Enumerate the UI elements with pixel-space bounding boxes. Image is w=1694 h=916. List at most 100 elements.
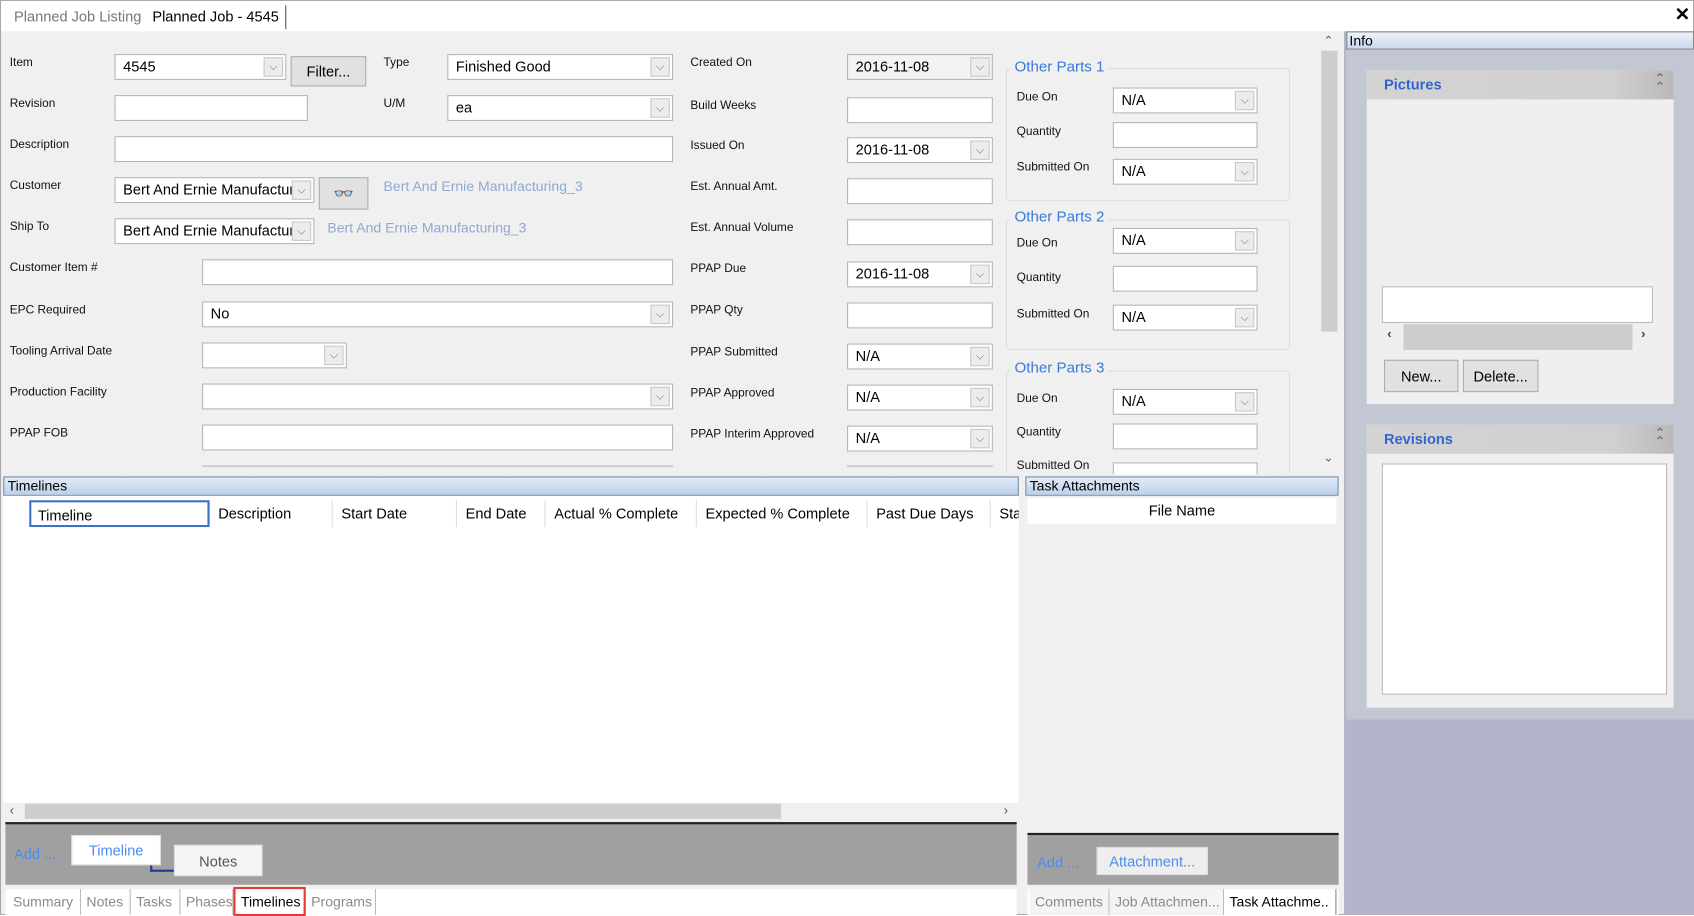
ship-to-combo[interactable]: Bert And Ernie Manufacturi ⌵: [114, 218, 315, 245]
chevron-down-icon[interactable]: ⌵: [650, 57, 670, 77]
new-picture-button[interactable]: New...: [1383, 359, 1459, 393]
scroll-up-icon[interactable]: ⌃: [1323, 33, 1333, 48]
tab-planned-job-4545[interactable]: Planned Job - 4545: [146, 5, 287, 30]
attachments-tab[interactable]: Comments: [1029, 889, 1110, 916]
timelines-horizontal-scrollbar[interactable]: ‹ ›: [3, 802, 1019, 820]
created-on-date[interactable]: 2016-11-08 ⌵: [847, 54, 993, 80]
customer-item-input[interactable]: [202, 259, 674, 286]
chevron-down-icon[interactable]: ⌵: [970, 57, 990, 77]
chevron-down-icon[interactable]: ⌵: [970, 428, 990, 449]
column-header[interactable]: Description: [211, 500, 333, 528]
chevron-down-icon[interactable]: ⌵: [291, 221, 312, 241]
chevron-down-icon[interactable]: ⌵: [1234, 231, 1255, 251]
op1-qty-input[interactable]: [1112, 122, 1258, 149]
op3-due-combo[interactable]: N/A ⌵: [1112, 388, 1258, 415]
tab-planned-job-listing[interactable]: Planned Job Listing: [8, 5, 148, 29]
form-vertical-scrollbar[interactable]: ⌃ ⌄: [1320, 33, 1339, 468]
column-header[interactable]: Past Due Days: [869, 500, 991, 528]
build-weeks-input[interactable]: [847, 97, 993, 124]
production-facility-combo[interactable]: ⌵: [202, 383, 674, 410]
tab-notes[interactable]: Notes: [81, 889, 131, 916]
chevron-down-icon[interactable]: ⌵: [1234, 162, 1255, 182]
customer-link[interactable]: Bert And Ernie Manufacturing_3: [384, 178, 583, 194]
epc-required-combo[interactable]: No ⌵: [202, 301, 674, 328]
est-annual-amt-input[interactable]: [847, 178, 993, 205]
ppap-submitted-combo[interactable]: N/A ⌵: [847, 343, 993, 370]
scrollbar-thumb[interactable]: [24, 803, 782, 819]
customer-combo[interactable]: Bert And Ernie Manufacturi ⌵: [114, 177, 315, 204]
issued-on-date[interactable]: 2016-11-08 ⌵: [847, 137, 993, 164]
tab-phases[interactable]: Phases: [180, 889, 234, 916]
picture-strip: [1381, 286, 1654, 324]
revisions-list[interactable]: [1381, 463, 1668, 695]
chevron-down-icon[interactable]: ⌵: [324, 345, 344, 366]
chevron-down-icon[interactable]: ⌵: [650, 304, 670, 325]
op2-qty-input[interactable]: [1112, 265, 1258, 292]
op2-due-combo[interactable]: N/A ⌵: [1112, 227, 1258, 254]
attachments-tab[interactable]: Task Attachme..: [1224, 889, 1337, 916]
info-header: Info: [1346, 31, 1694, 50]
est-annual-volume-input[interactable]: [847, 219, 993, 246]
description-input[interactable]: [114, 136, 674, 163]
column-header[interactable]: Statu: [992, 500, 1019, 528]
scroll-right-icon[interactable]: ›: [1004, 803, 1008, 818]
binoculars-icon[interactable]: 👓: [318, 177, 369, 210]
chevron-down-icon[interactable]: ⌵: [970, 140, 990, 160]
add-attachment-button[interactable]: Attachment...: [1096, 846, 1208, 876]
tab-programs[interactable]: Programs: [306, 889, 376, 916]
filter-button[interactable]: Filter...: [290, 56, 367, 87]
chevron-down-icon[interactable]: ⌵: [650, 98, 670, 118]
scrollbar-thumb[interactable]: [1403, 324, 1633, 351]
column-header[interactable]: Start Date: [334, 500, 458, 528]
scroll-left-icon[interactable]: ‹: [1387, 326, 1391, 341]
attachments-tab[interactable]: Job Attachmen...: [1109, 889, 1225, 916]
chevron-down-icon[interactable]: ⌵: [1234, 307, 1255, 328]
pictures-title[interactable]: Pictures ⌃ ⌃: [1366, 70, 1674, 100]
column-header[interactable]: Expected % Complete: [699, 500, 868, 528]
tab-summary[interactable]: Summary: [8, 889, 82, 916]
column-header[interactable]: Timeline: [29, 500, 210, 528]
chevron-down-icon[interactable]: ⌵: [1234, 392, 1255, 412]
ppap-approved-combo[interactable]: N/A ⌵: [847, 384, 993, 411]
op1-sub-combo[interactable]: N/A ⌵: [1112, 158, 1258, 185]
ppap-due-date[interactable]: 2016-11-08 ⌵: [847, 261, 993, 288]
file-name-column-header[interactable]: File Name: [1027, 498, 1337, 524]
scroll-right-icon[interactable]: ›: [1641, 326, 1645, 341]
delete-picture-button[interactable]: Delete...: [1462, 359, 1539, 393]
close-icon[interactable]: ✕: [1675, 4, 1690, 26]
op1-due-combo[interactable]: N/A ⌵: [1112, 87, 1258, 114]
chevron-down-icon[interactable]: ⌵: [970, 264, 990, 285]
ppap-qty-input[interactable]: [847, 302, 993, 329]
chevron-down-icon[interactable]: ⌵: [263, 57, 284, 77]
chevron-down-icon[interactable]: ⌵: [291, 180, 312, 200]
collapse-icon[interactable]: ⌃ ⌃: [1655, 73, 1665, 94]
chevron-down-icon[interactable]: ⌵: [970, 346, 990, 367]
tab-timelines[interactable]: Timelines: [233, 886, 306, 916]
collapse-icon[interactable]: ⌃ ⌃: [1655, 427, 1665, 448]
ship-to-link[interactable]: Bert And Ernie Manufacturing_3: [327, 219, 526, 235]
picture-scrollbar[interactable]: ‹ ›: [1382, 324, 1659, 351]
column-header[interactable]: Actual % Complete: [547, 500, 697, 528]
item-combo[interactable]: 4545 ⌵: [114, 54, 287, 80]
revisions-title[interactable]: Revisions ⌃ ⌃: [1366, 424, 1674, 454]
revision-input[interactable]: [114, 95, 308, 121]
chevron-down-icon[interactable]: ⌵: [970, 387, 990, 408]
column-header[interactable]: End Date: [459, 500, 546, 528]
type-combo[interactable]: Finished Good ⌵: [447, 54, 674, 80]
add-timeline-button[interactable]: Timeline: [71, 835, 161, 866]
ppap-fob-input[interactable]: [202, 424, 674, 451]
task-attachments-grid: File Name: [1025, 495, 1339, 831]
op3-qty-input[interactable]: [1112, 423, 1258, 450]
chevron-down-icon[interactable]: ⌵: [1234, 90, 1255, 111]
scrollbar-thumb[interactable]: [1321, 50, 1338, 332]
tooling-arrival-combo[interactable]: ⌵: [202, 342, 347, 369]
op3-sub-combo[interactable]: [1112, 462, 1258, 475]
ppap-interim-combo[interactable]: N/A ⌵: [847, 425, 993, 452]
scroll-down-icon[interactable]: ⌄: [1323, 450, 1333, 465]
chevron-down-icon[interactable]: ⌵: [650, 386, 670, 407]
um-combo[interactable]: ea ⌵: [447, 95, 674, 121]
op2-sub-combo[interactable]: N/A ⌵: [1112, 304, 1258, 331]
tab-tasks[interactable]: Tasks: [131, 889, 181, 916]
scroll-left-icon[interactable]: ‹: [10, 803, 14, 818]
add-notes-button[interactable]: Notes: [173, 844, 263, 877]
